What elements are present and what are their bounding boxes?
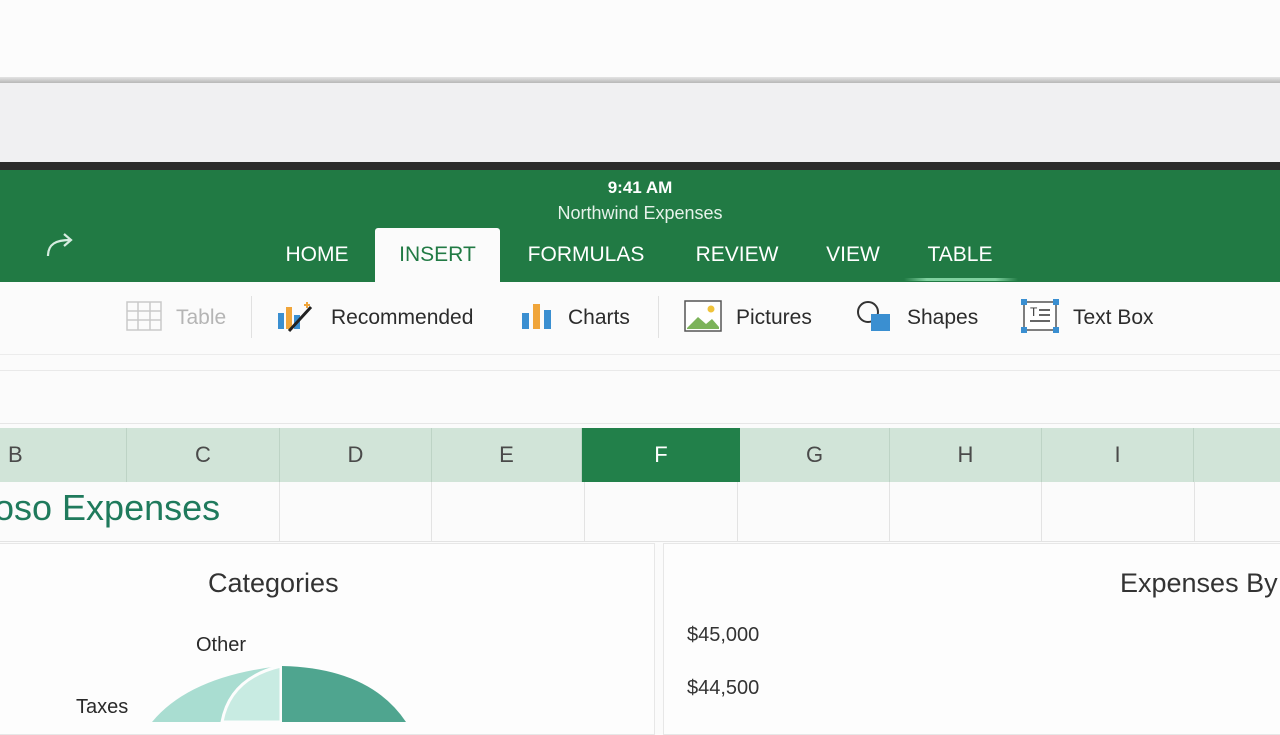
- document-title[interactable]: Northwind Expenses: [0, 203, 1280, 224]
- column-header-next[interactable]: [1194, 428, 1280, 482]
- tab-view[interactable]: VIEW: [815, 228, 891, 282]
- text-box-button[interactable]: T Text Box: [1021, 298, 1154, 338]
- pie-label-taxes: Taxes: [76, 696, 129, 718]
- grid-line: [737, 482, 738, 542]
- categories-chart[interactable]: Categories Other Taxes: [0, 543, 655, 735]
- charts-button[interactable]: Charts: [520, 300, 630, 336]
- picture-icon: [684, 299, 722, 337]
- grid-line: [1041, 482, 1042, 542]
- ribbon-divider: [658, 296, 659, 338]
- grid-line: [584, 482, 585, 542]
- categories-chart-title: Categories: [208, 568, 339, 598]
- shapes-label: Shapes: [907, 306, 979, 329]
- insert-ribbon: Table Recommended Charts Pictures Shapes…: [0, 282, 1280, 355]
- grid-line: [889, 482, 890, 542]
- y-axis-tick: $45,000: [687, 624, 760, 646]
- table-button[interactable]: Table: [126, 300, 226, 336]
- charts-label: Charts: [568, 306, 630, 329]
- column-header-h[interactable]: H: [890, 428, 1042, 482]
- pictures-button[interactable]: Pictures: [684, 299, 812, 337]
- magic-wand-chart-icon: [277, 299, 317, 338]
- tab-table[interactable]: TABLE: [912, 228, 1008, 282]
- table-label: Table: [176, 306, 227, 329]
- device-bezel: [0, 83, 1280, 165]
- svg-text:T: T: [1030, 305, 1038, 319]
- expenses-by-chart[interactable]: Expenses By $45,000 $44,500: [663, 543, 1280, 735]
- screen-background: [0, 0, 1280, 80]
- column-header-d[interactable]: D: [280, 428, 432, 482]
- redo-icon[interactable]: [44, 230, 78, 266]
- recommended-label: Recommended: [331, 306, 474, 329]
- tab-home[interactable]: HOME: [270, 228, 364, 282]
- column-header-b[interactable]: B: [0, 428, 127, 482]
- column-header-f[interactable]: F: [582, 428, 740, 482]
- pie-label-other: Other: [196, 634, 247, 656]
- shapes-button[interactable]: Shapes: [855, 300, 978, 336]
- expenses-by-chart-title: Expenses By: [1120, 568, 1278, 598]
- title-bar: 9:41 AM Northwind Expenses HOME INSERT F…: [0, 170, 1280, 282]
- pie-chart: [152, 664, 406, 722]
- sheet-title-cell[interactable]: oso Expenses: [0, 487, 220, 529]
- pie-slice-main: [282, 666, 406, 722]
- formula-bar[interactable]: [0, 370, 1280, 424]
- y-axis-tick: $44,500: [687, 677, 760, 699]
- grid-line: [1194, 482, 1195, 542]
- shapes-icon: [855, 300, 893, 337]
- status-time: 9:41 AM: [607, 178, 673, 197]
- tab-table-indicator: [904, 278, 1018, 281]
- ribbon-divider: [251, 296, 252, 338]
- tab-review[interactable]: REVIEW: [684, 228, 790, 282]
- tab-insert[interactable]: INSERT: [375, 228, 500, 282]
- column-header-e[interactable]: E: [432, 428, 582, 482]
- grid-line: [0, 541, 1280, 542]
- column-header-g[interactable]: G: [740, 428, 890, 482]
- grid-line: [431, 482, 432, 542]
- grid-line: [279, 482, 280, 542]
- column-header-i[interactable]: I: [1042, 428, 1194, 482]
- tab-formulas[interactable]: FORMULAS: [512, 228, 660, 282]
- recommended-button[interactable]: Recommended: [277, 300, 473, 336]
- device-screen-edge: [0, 162, 1280, 170]
- table-icon: [126, 300, 162, 337]
- pictures-label: Pictures: [736, 306, 812, 329]
- text-box-icon: T: [1021, 298, 1059, 338]
- bar-chart-icon: [520, 301, 554, 336]
- text-box-label: Text Box: [1073, 306, 1154, 329]
- column-header-c[interactable]: C: [127, 428, 280, 482]
